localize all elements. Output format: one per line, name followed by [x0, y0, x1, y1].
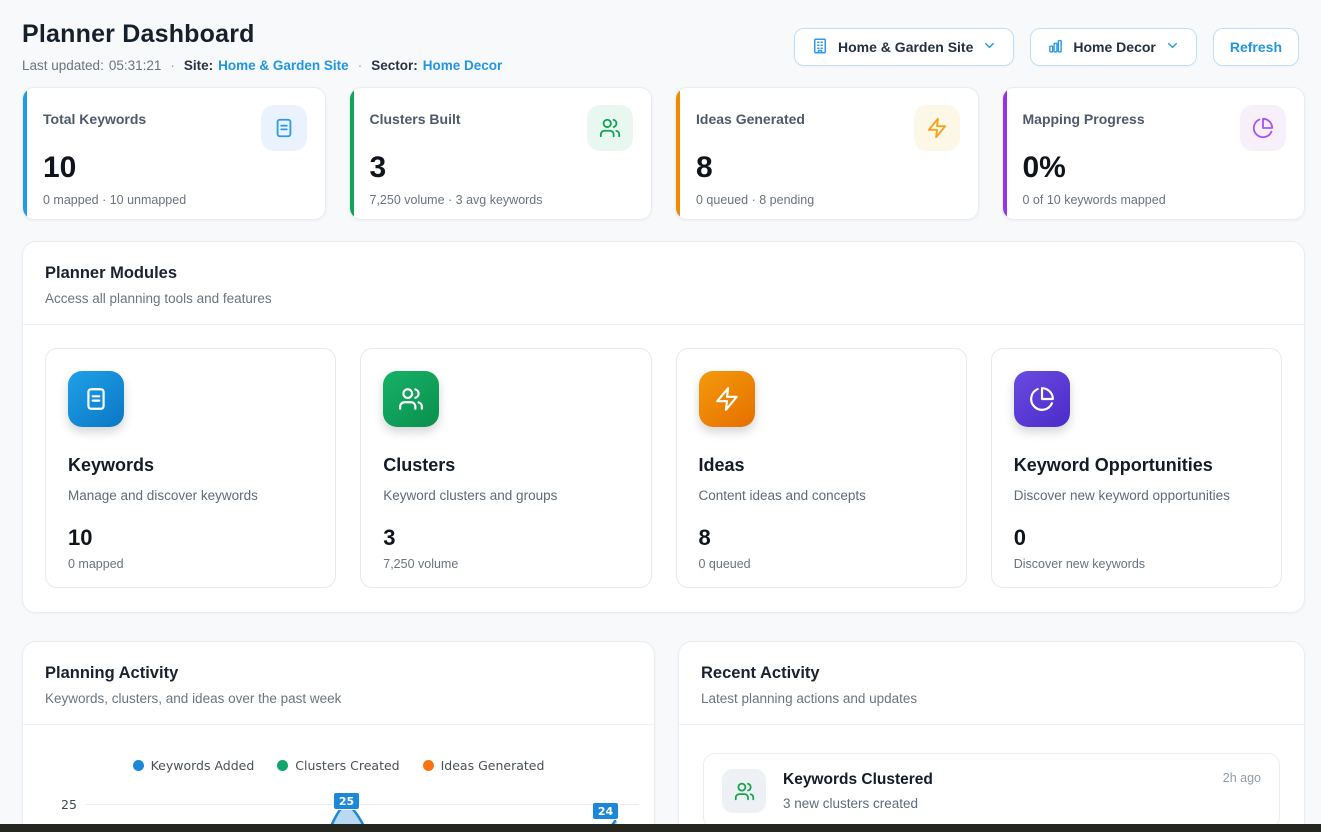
site-meta: Site: Home & Garden Site [184, 58, 349, 73]
legend-item-clusters-created[interactable]: Clusters Created [277, 758, 399, 773]
stat-label: Mapping Progress [1023, 105, 1145, 127]
meta-separator: · [358, 58, 363, 73]
chevron-down-icon [1165, 38, 1180, 56]
module-description: Content ideas and concepts [699, 488, 946, 503]
module-title: Ideas [699, 455, 946, 476]
module-subtext: 0 mapped [68, 557, 315, 571]
module-description: Manage and discover keywords [68, 488, 315, 503]
data-point-label: 24 [592, 802, 619, 820]
chevron-down-icon [982, 38, 997, 56]
planner-modules-panel: Planner Modules Access all planning tool… [22, 241, 1305, 613]
bar-chart-icon [1047, 37, 1064, 57]
stat-value: 10 [43, 151, 307, 184]
users-icon [383, 371, 439, 427]
stat-subtext: 0 of 10 keywords mapped [1023, 193, 1287, 207]
sector-meta: Sector: Home Decor [371, 58, 502, 73]
module-description: Discover new keyword opportunities [1014, 488, 1261, 503]
stat-subtext: 0 mapped · 10 unmapped [43, 193, 307, 207]
bottom-window-strip [0, 824, 1321, 832]
module-card-keywords[interactable]: Keywords Manage and discover keywords 10… [45, 348, 336, 588]
module-card-clusters[interactable]: Clusters Keyword clusters and groups 3 7… [360, 348, 651, 588]
sector-link[interactable]: Home Decor [423, 58, 503, 73]
users-icon [587, 105, 633, 151]
document-icon [261, 105, 307, 151]
page-header: Planner Dashboard Last updated: 05:31:21… [22, 20, 1305, 73]
document-icon [68, 371, 124, 427]
module-title: Clusters [383, 455, 630, 476]
module-subtext: 0 queued [699, 557, 946, 571]
users-icon [722, 769, 766, 813]
legend-dot-icon [133, 760, 144, 771]
header-controls: Home & Garden Site Home Decor Refresh [794, 28, 1299, 66]
building-icon [811, 37, 829, 58]
module-subtext: 7,250 volume [383, 557, 630, 571]
lightning-icon [699, 371, 755, 427]
planning-activity-subtitle: Keywords, clusters, and ideas over the p… [45, 691, 632, 706]
lightning-icon [914, 105, 960, 151]
stat-subtext: 0 queued · 8 pending [696, 193, 960, 207]
activity-item-description: 3 new clusters created [783, 796, 1206, 811]
module-title: Keywords [68, 455, 315, 476]
data-point-label: 25 [333, 792, 360, 810]
stat-card-clusters-built: Clusters Built 3 7,250 volume · 3 avg ke… [349, 87, 653, 220]
module-value: 0 [1014, 525, 1261, 551]
activity-item-content: Keywords Clustered 3 new clusters create… [783, 771, 1206, 811]
pie-chart-icon [1240, 105, 1286, 151]
module-card-keyword-opportunities[interactable]: Keyword Opportunities Discover new keywo… [991, 348, 1282, 588]
stats-row: Total Keywords 10 0 mapped · 10 unmapped… [22, 87, 1305, 220]
planning-activity-panel: Planning Activity Keywords, clusters, an… [22, 641, 655, 832]
module-subtext: Discover new keywords [1014, 557, 1261, 571]
legend-item-ideas-generated[interactable]: Ideas Generated [423, 758, 545, 773]
module-description: Keyword clusters and groups [383, 488, 630, 503]
legend-dot-icon [277, 760, 288, 771]
planner-dashboard-page: Planner Dashboard Last updated: 05:31:21… [0, 0, 1321, 832]
last-updated: Last updated: 05:31:21 [22, 58, 161, 73]
planning-activity-title: Planning Activity [45, 664, 632, 683]
bottom-row: Planning Activity Keywords, clusters, an… [22, 641, 1305, 832]
module-card-ideas[interactable]: Ideas Content ideas and concepts 8 0 que… [676, 348, 967, 588]
modules-panel-header: Planner Modules Access all planning tool… [23, 242, 1304, 325]
sector-selector-dropdown[interactable]: Home Decor [1030, 28, 1196, 66]
stat-value: 3 [370, 151, 634, 184]
pie-chart-icon [1014, 371, 1070, 427]
stat-label: Ideas Generated [696, 105, 805, 127]
chart-legend: Keywords Added Clusters Created Ideas Ge… [23, 758, 654, 773]
recent-activity-panel: Recent Activity Latest planning actions … [678, 641, 1305, 832]
modules-title: Planner Modules [45, 264, 1282, 283]
meta-separator: · [170, 58, 175, 73]
modules-grid: Keywords Manage and discover keywords 10… [23, 325, 1304, 612]
module-title: Keyword Opportunities [1014, 455, 1261, 476]
module-value: 3 [383, 525, 630, 551]
stat-value: 8 [696, 151, 960, 184]
stat-value: 0% [1023, 151, 1287, 184]
stat-subtext: 7,250 volume · 3 avg keywords [370, 193, 634, 207]
modules-subtitle: Access all planning tools and features [45, 291, 1282, 306]
activity-item-title: Keywords Clustered [783, 771, 1206, 789]
stat-label: Total Keywords [43, 105, 146, 127]
activity-item-keywords-clustered[interactable]: Keywords Clustered 3 new clusters create… [703, 753, 1280, 829]
activity-item-timestamp: 2h ago [1223, 769, 1261, 785]
refresh-button[interactable]: Refresh [1213, 28, 1299, 66]
stat-card-ideas-generated: Ideas Generated 8 0 queued · 8 pending [675, 87, 979, 220]
stat-card-mapping-progress: Mapping Progress 0% 0 of 10 keywords map… [1002, 87, 1306, 220]
planning-activity-header: Planning Activity Keywords, clusters, an… [23, 642, 654, 725]
recent-activity-title: Recent Activity [701, 664, 1282, 683]
module-value: 8 [699, 525, 946, 551]
legend-item-keywords-added[interactable]: Keywords Added [133, 758, 255, 773]
legend-dot-icon [423, 760, 434, 771]
module-value: 10 [68, 525, 315, 551]
recent-activity-header: Recent Activity Latest planning actions … [679, 642, 1304, 725]
stat-card-total-keywords: Total Keywords 10 0 mapped · 10 unmapped [22, 87, 326, 220]
site-link[interactable]: Home & Garden Site [218, 58, 349, 73]
site-selector-dropdown[interactable]: Home & Garden Site [794, 28, 1014, 66]
recent-activity-list: Keywords Clustered 3 new clusters create… [679, 725, 1304, 832]
recent-activity-subtitle: Latest planning actions and updates [701, 691, 1282, 706]
stat-label: Clusters Built [370, 105, 461, 127]
